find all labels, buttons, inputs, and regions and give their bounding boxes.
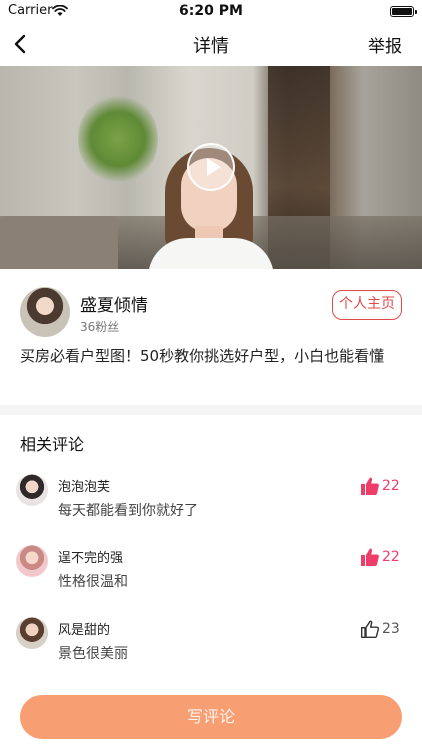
- comment-text: 性格很温和: [58, 574, 128, 590]
- play-button[interactable]: [187, 143, 235, 191]
- video-player[interactable]: [0, 66, 422, 269]
- like-button[interactable]: 22: [360, 547, 404, 569]
- comment-text: 景色很美丽: [58, 646, 128, 662]
- author-avatar[interactable]: [20, 287, 70, 337]
- comment-author: 泡泡泡芙: [58, 480, 111, 495]
- nav-bar: 详情 举报: [0, 22, 422, 66]
- avatar[interactable]: [16, 545, 48, 577]
- like-button[interactable]: 22: [360, 476, 404, 498]
- comment-item: 逞不完的强 性格很温和 22: [0, 543, 422, 603]
- author-section: 盛夏倾情 36粉丝 个人主页 买房必看户型图！50秒教你挑选好户型，小白也能看懂: [0, 269, 422, 405]
- author-fans-count: 36粉丝: [80, 320, 120, 334]
- status-bar: Carrier 6:20 PM: [0, 0, 422, 22]
- comment-author: 风是甜的: [58, 623, 111, 638]
- comment-author: 逞不完的强: [58, 551, 124, 566]
- status-time: 6:20 PM: [179, 3, 243, 19]
- thumbs-up-icon: [361, 548, 379, 566]
- comment-text: 每天都能看到你就好了: [58, 503, 198, 519]
- report-button[interactable]: 举报: [368, 32, 402, 57]
- video-description: 买房必看户型图！50秒教你挑选好户型，小白也能看懂: [20, 347, 385, 365]
- like-button[interactable]: 23: [360, 619, 404, 641]
- profile-button[interactable]: 个人主页: [332, 290, 402, 320]
- avatar[interactable]: [16, 617, 48, 649]
- author-name: 盛夏倾情: [80, 296, 148, 316]
- like-count: 22: [382, 478, 400, 494]
- video-plant: [78, 94, 158, 184]
- comment-item: 泡泡泡芙 每天都能看到你就好了 22: [0, 472, 422, 532]
- like-count: 22: [382, 549, 400, 565]
- comments-title: 相关评论: [20, 435, 85, 454]
- avatar[interactable]: [16, 474, 48, 506]
- section-divider: [0, 405, 422, 415]
- video-chair: [0, 216, 118, 269]
- write-comment-button[interactable]: 写评论: [20, 695, 402, 739]
- thumbs-up-outline-icon: [361, 620, 380, 638]
- page-title: 详情: [193, 36, 229, 57]
- comment-item: 风是甜的 景色很美丽 23: [0, 615, 422, 675]
- like-count: 23: [382, 621, 400, 637]
- play-icon: [207, 158, 221, 176]
- thumbs-up-icon: [361, 477, 379, 495]
- battery-icon: [390, 6, 417, 17]
